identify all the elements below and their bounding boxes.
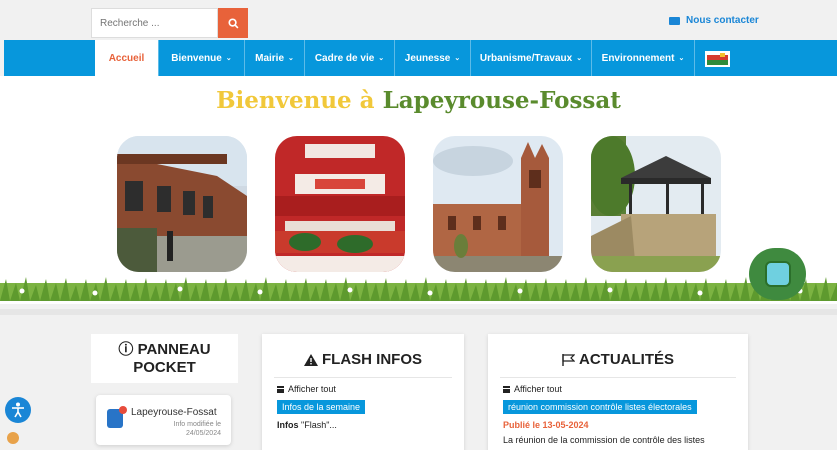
flash-show-all-link[interactable]: Afficher tout: [277, 384, 336, 394]
nav-item-environnement[interactable]: Environnement ⌄: [591, 40, 695, 76]
nav-item-mairie[interactable]: Mairie ⌄: [244, 40, 304, 76]
contact-link[interactable]: Nous contacter: [669, 15, 759, 26]
warning-icon: [304, 353, 318, 366]
actualites-title: ACTUALITÉS: [488, 351, 748, 368]
chevron-down-icon: ⌄: [454, 55, 461, 62]
menu-icon: [277, 385, 284, 393]
show-all-label: Afficher tout: [288, 384, 336, 394]
panneau-title-text: PANNEAU: [137, 341, 211, 358]
info-icon: ⓘ: [118, 341, 134, 358]
panneau-pocket-app-card[interactable]: Lapeyrouse-Fossat Info modifiée le 24/05…: [96, 395, 231, 445]
app-info-line1: Info modifiée le: [173, 421, 221, 428]
accessibility-icon: [12, 402, 24, 418]
search-input[interactable]: [91, 8, 218, 38]
nav-label: Urbanisme/Travaux: [479, 52, 573, 64]
page-title: Bienvenue à Lapeyrouse-Fossat: [0, 87, 837, 114]
language-flag-icon[interactable]: [705, 51, 730, 67]
photo-church: [433, 136, 563, 272]
chevron-down-icon: ⌄: [378, 55, 385, 62]
app-info: Info modifiée le 24/05/2024: [174, 420, 221, 438]
chevron-down-icon: ⌄: [288, 55, 294, 62]
flash-text-rest: "Flash"...: [298, 420, 337, 430]
app-info-line2: 24/05/2024: [185, 430, 221, 437]
card-divider: [500, 377, 736, 378]
chevron-down-icon: ⌄: [576, 55, 583, 62]
flash-tag[interactable]: Infos de la semaine: [277, 400, 366, 414]
search-button[interactable]: [218, 8, 248, 38]
title-part-2: Lapeyrouse-Fossat: [382, 87, 621, 114]
flag-icon: [562, 353, 575, 366]
menu-icon: [503, 385, 510, 393]
app-badge-icon[interactable]: [749, 248, 806, 300]
nav-item-accueil[interactable]: Accueil: [95, 40, 158, 76]
contact-label: Nous contacter: [686, 15, 759, 26]
grass-decoration: [0, 277, 837, 301]
flash-text-bold: Infos: [277, 420, 299, 430]
article-excerpt: La réunion de la commission de contrôle …: [503, 435, 705, 445]
top-bar: Nous contacter: [0, 0, 837, 40]
search-form: [91, 8, 248, 38]
nav-label: Mairie: [255, 52, 285, 64]
panneau-pocket-header: ⓘ PANNEAU POCKET: [91, 334, 238, 383]
nav-item-jeunesse[interactable]: Jeunesse ⌄: [394, 40, 470, 76]
notification-dot: [119, 406, 127, 414]
app-name: Lapeyrouse-Fossat: [131, 407, 217, 418]
content-section: ⓘ PANNEAU POCKET Lapeyrouse-Fossat Info …: [0, 315, 837, 450]
search-icon: [227, 17, 238, 28]
hero-section: Bienvenue à Lapeyrouse-Fossat: [0, 76, 837, 304]
envelope-icon: [669, 16, 680, 25]
panneau-title-line1: ⓘ PANNEAU: [91, 341, 238, 359]
card-divider: [274, 377, 452, 378]
nav-label: Accueil: [108, 52, 145, 64]
actualites-tag[interactable]: réunion commission contrôle listes élect…: [503, 400, 697, 414]
publish-date: Publié le 13-05-2024: [503, 420, 589, 430]
nav-item-bienvenue[interactable]: Bienvenue ⌄: [158, 40, 244, 76]
flash-title-text: FLASH INFOS: [322, 351, 422, 368]
panneau-title-line2: POCKET: [133, 359, 196, 376]
chevron-down-icon: ⌄: [225, 55, 232, 62]
nav-label: Bienvenue: [171, 52, 222, 64]
accessibility-button[interactable]: [5, 397, 31, 423]
photo-flower-carpet: [275, 136, 405, 272]
nav-label: Jeunesse: [404, 52, 451, 64]
actualites-show-all-link[interactable]: Afficher tout: [503, 384, 562, 394]
show-all-label: Afficher tout: [514, 384, 562, 394]
actualites-title-text: ACTUALITÉS: [579, 351, 674, 368]
title-part-1: Bienvenue à: [216, 87, 375, 114]
flash-infos-card: FLASH INFOS Afficher tout Infos de la se…: [262, 334, 464, 450]
photo-gazebo: [591, 136, 721, 272]
nav-label: Cadre de vie: [314, 52, 375, 64]
nav-item-urbanisme[interactable]: Urbanisme/Travaux ⌄: [470, 40, 591, 76]
nav-label: Environnement: [601, 52, 675, 64]
photo-town-hall: [117, 136, 247, 272]
nav-item-cadre-de-vie[interactable]: Cadre de vie ⌄: [304, 40, 394, 76]
actualites-card: ACTUALITÉS Afficher tout réunion commiss…: [488, 334, 748, 450]
cookie-icon[interactable]: [7, 432, 19, 444]
flash-text[interactable]: Infos "Flash"...: [277, 420, 337, 430]
badge-inner: [764, 261, 791, 287]
flash-infos-title: FLASH INFOS: [262, 351, 464, 368]
chevron-down-icon: ⌄: [678, 55, 685, 62]
